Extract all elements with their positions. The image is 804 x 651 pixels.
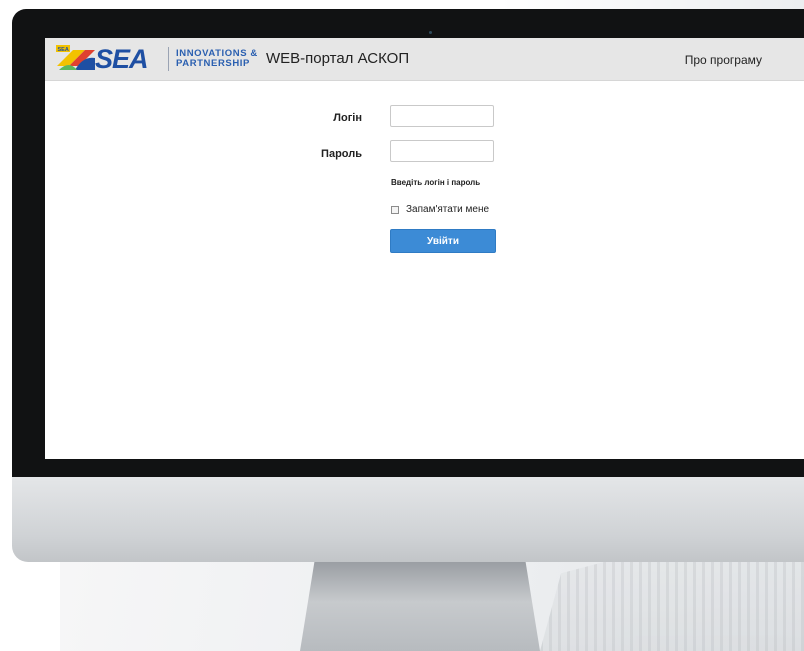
remember-me-checkbox[interactable] <box>391 206 399 214</box>
logo-divider <box>168 47 169 71</box>
camera-icon <box>429 31 432 34</box>
login-hint: Введіть логін і пароль <box>391 178 481 187</box>
login-field[interactable] <box>390 105 494 127</box>
remember-me-label[interactable]: Запам'ятати мене <box>406 204 489 215</box>
monitor-chin <box>12 477 804 562</box>
app-screen: SEA SEA INNOVATIONS & PARTNERSHIP WEB-по… <box>45 38 804 459</box>
header-bar: SEA SEA INNOVATIONS & PARTNERSHIP WEB-по… <box>45 38 804 81</box>
login-label: Логін <box>333 112 362 124</box>
login-button[interactable]: Увійти <box>390 229 496 253</box>
password-label: Пароль <box>321 148 362 160</box>
monitor-stand <box>300 562 540 651</box>
page-title: WEB-портал АСКОП <box>266 50 410 67</box>
logo-badge: SEA <box>58 47 69 53</box>
password-field[interactable] <box>390 140 494 162</box>
logo-tagline-line2: PARTNERSHIP <box>176 58 250 69</box>
sea-logo-icon: SEA <box>55 44 97 72</box>
about-program-link[interactable]: Про програму <box>685 52 762 68</box>
logo-wordmark: SEA <box>95 44 149 74</box>
